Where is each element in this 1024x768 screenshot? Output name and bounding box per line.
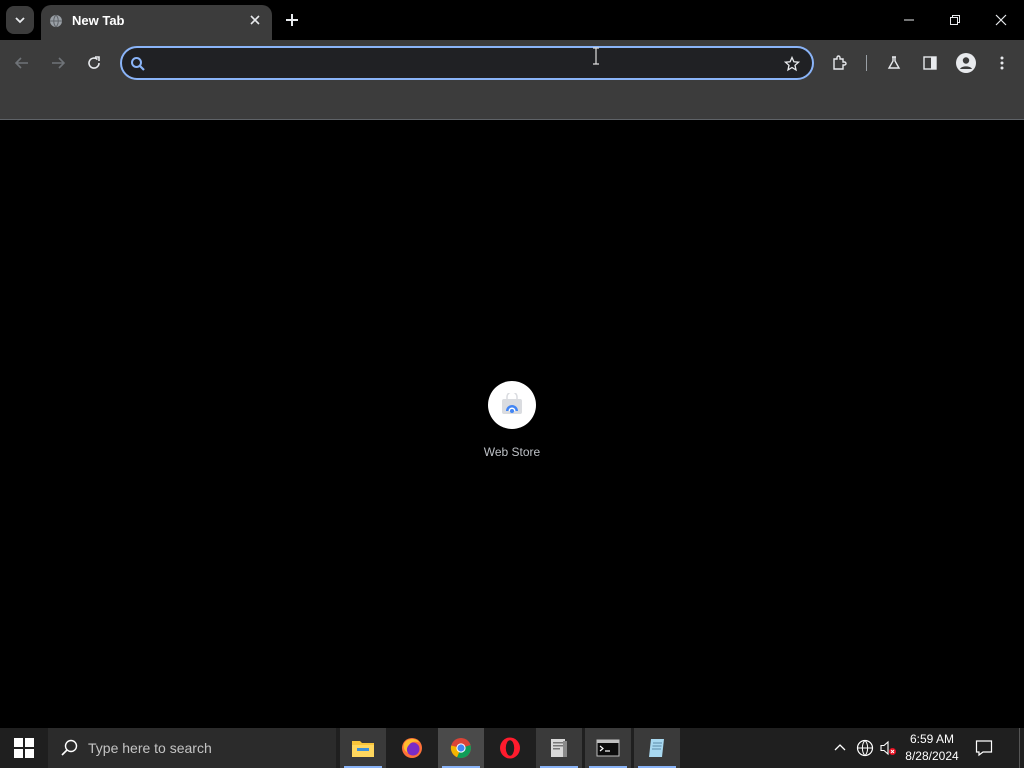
kebab-menu-icon bbox=[1000, 56, 1004, 70]
new-tab-page: Web Store bbox=[0, 121, 1024, 728]
browser-toolbar bbox=[0, 40, 1024, 86]
taskbar-app-document-viewer[interactable] bbox=[536, 728, 582, 768]
taskbar-app-notepad[interactable] bbox=[634, 728, 680, 768]
menu-button[interactable] bbox=[988, 49, 1016, 77]
side-panel-button[interactable] bbox=[916, 49, 944, 77]
text-cursor-icon bbox=[593, 47, 599, 65]
taskbar-app-terminal[interactable] bbox=[585, 728, 631, 768]
close-icon bbox=[995, 14, 1007, 26]
show-hidden-icons-button[interactable] bbox=[830, 738, 850, 758]
taskbar: Type here to search 6:59 AM 8/28/2024 bbox=[0, 728, 1024, 768]
globe-icon bbox=[50, 14, 62, 28]
start-button[interactable] bbox=[0, 728, 48, 768]
show-desktop-button[interactable] bbox=[1019, 728, 1024, 768]
omnibox[interactable] bbox=[120, 46, 814, 80]
profile-button[interactable] bbox=[952, 49, 980, 77]
taskbar-search-box[interactable]: Type here to search bbox=[48, 728, 336, 768]
search-placeholder: Type here to search bbox=[88, 740, 212, 756]
address-bar-input[interactable] bbox=[156, 52, 766, 76]
forward-arrow-icon bbox=[52, 57, 66, 69]
labs-button[interactable] bbox=[880, 49, 908, 77]
chevron-down-icon bbox=[15, 17, 25, 24]
notifications-button[interactable] bbox=[972, 736, 996, 760]
taskbar-clock[interactable]: 6:59 AM 8/28/2024 bbox=[900, 731, 964, 765]
extensions-button[interactable] bbox=[826, 49, 854, 77]
bookmarks-bar bbox=[0, 86, 1024, 120]
shortcut-web-store[interactable]: Web Store bbox=[472, 379, 552, 469]
bookmark-star-button[interactable] bbox=[782, 54, 802, 74]
bookmark-star-icon bbox=[784, 56, 800, 72]
taskbar-app-firefox[interactable] bbox=[389, 728, 435, 768]
taskbar-app-chrome[interactable] bbox=[438, 728, 484, 768]
close-icon bbox=[250, 15, 260, 25]
tab-title: New Tab bbox=[72, 13, 125, 28]
back-button[interactable] bbox=[8, 49, 36, 77]
taskbar-app-file-explorer[interactable] bbox=[340, 728, 386, 768]
restore-icon bbox=[950, 15, 960, 25]
chrome-web-store-icon bbox=[502, 393, 522, 414]
taskbar-app-opera[interactable] bbox=[487, 728, 533, 768]
minimize-icon bbox=[904, 19, 914, 21]
tab-close-button[interactable] bbox=[246, 11, 264, 29]
firefox-icon bbox=[402, 738, 422, 758]
tab-new-tab[interactable]: New Tab bbox=[41, 5, 272, 40]
profile-avatar-icon bbox=[956, 53, 976, 73]
clock-time: 6:59 AM bbox=[909, 732, 955, 746]
close-window-button[interactable] bbox=[978, 0, 1024, 40]
document-viewer-icon bbox=[551, 739, 567, 757]
windows-logo-icon bbox=[14, 738, 34, 758]
shortcut-label: Web Store bbox=[483, 445, 541, 459]
toolbar-divider bbox=[866, 55, 867, 71]
new-tab-button[interactable] bbox=[280, 8, 304, 32]
labs-flask-icon bbox=[887, 56, 901, 69]
tab-strip: New Tab bbox=[0, 0, 1024, 40]
plus-icon bbox=[286, 14, 298, 26]
side-panel-icon bbox=[923, 56, 937, 70]
opera-icon bbox=[500, 737, 520, 759]
shortcut-icon-circle bbox=[488, 381, 536, 429]
speaker-muted-icon bbox=[880, 740, 896, 756]
extensions-icon bbox=[833, 55, 847, 70]
clock-date: 8/28/2024 bbox=[905, 749, 959, 763]
search-icon bbox=[128, 54, 148, 74]
volume-button[interactable] bbox=[878, 738, 898, 758]
terminal-icon bbox=[596, 739, 620, 757]
reload-icon bbox=[88, 56, 100, 69]
reload-button[interactable] bbox=[80, 49, 108, 77]
restore-button[interactable] bbox=[932, 0, 978, 40]
back-arrow-icon bbox=[14, 57, 28, 69]
file-explorer-icon bbox=[352, 741, 374, 757]
tab-search-button[interactable] bbox=[6, 6, 34, 34]
chevron-up-icon bbox=[834, 744, 846, 751]
notification-icon bbox=[975, 740, 993, 757]
chrome-icon bbox=[450, 738, 471, 759]
forward-button[interactable] bbox=[44, 49, 72, 77]
search-icon bbox=[61, 739, 78, 756]
notepad-icon bbox=[649, 739, 664, 757]
globe-network-icon bbox=[856, 739, 874, 757]
minimize-button[interactable] bbox=[886, 0, 932, 40]
network-button[interactable] bbox=[855, 738, 875, 758]
